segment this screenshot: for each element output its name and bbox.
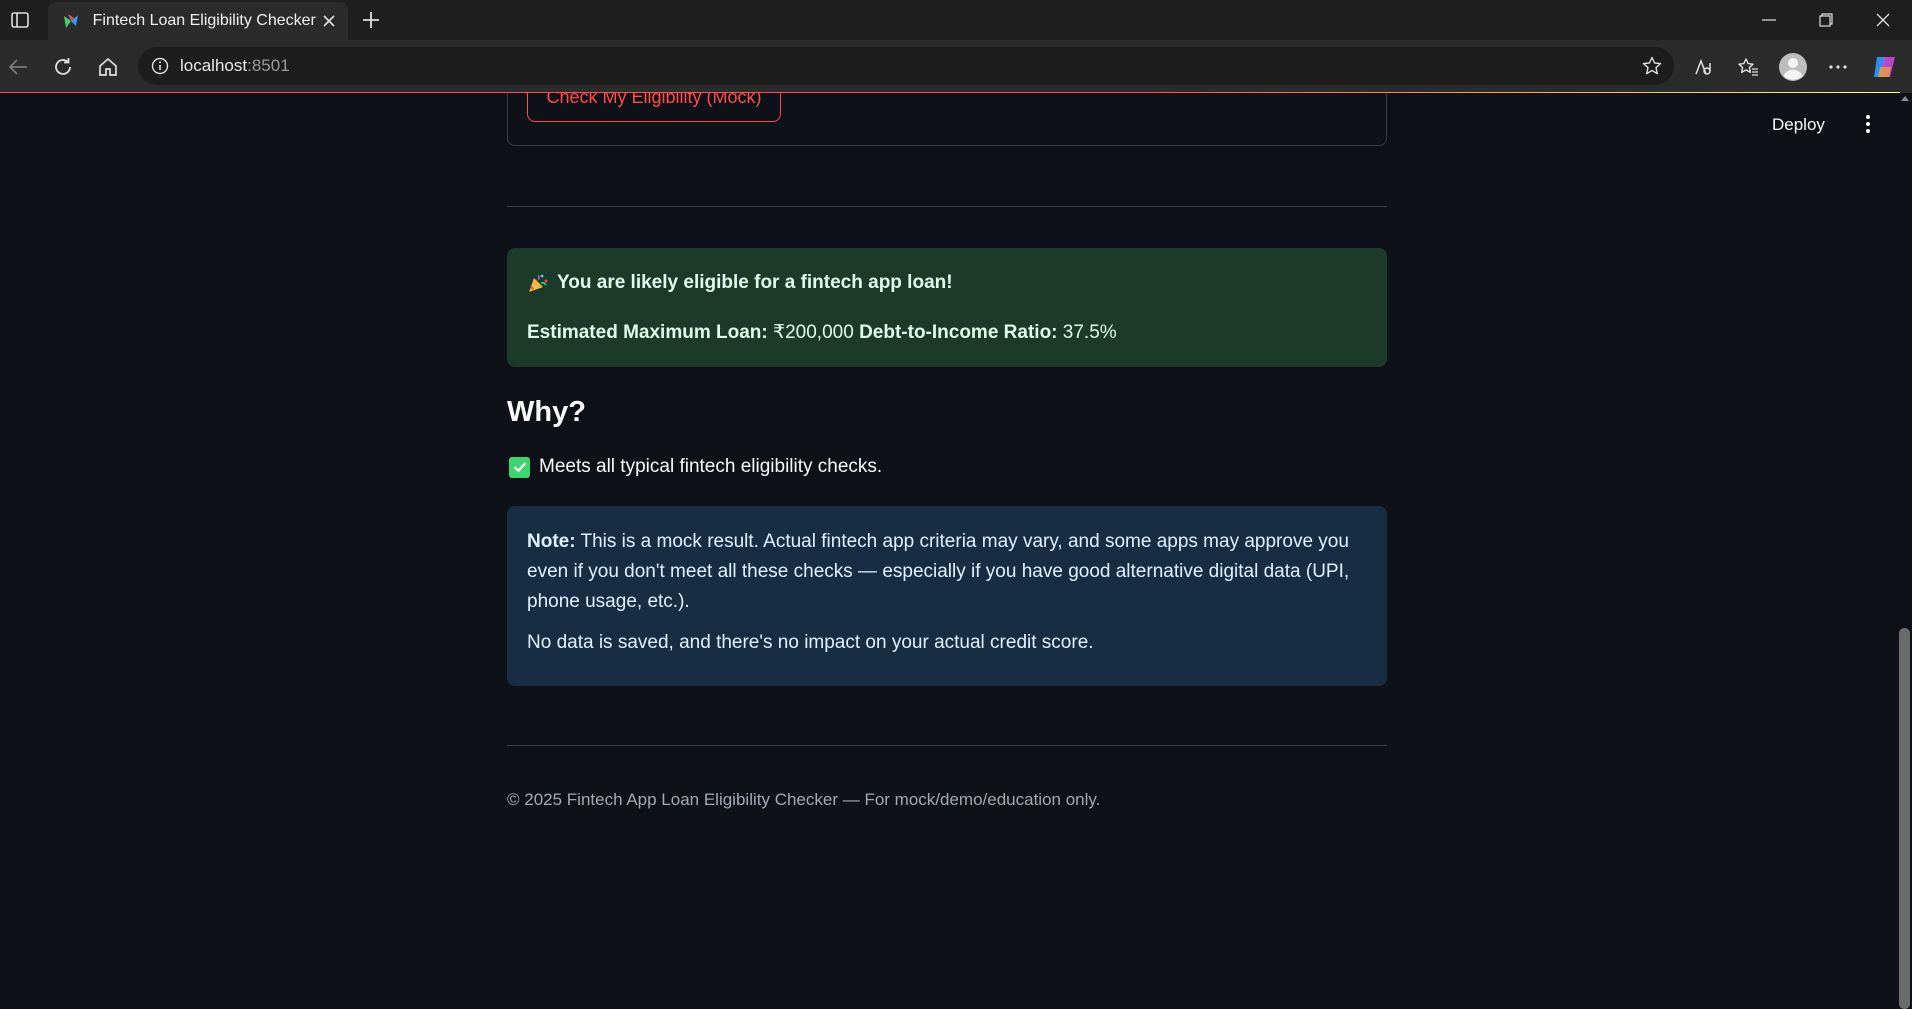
info-icon[interactable] — [150, 56, 170, 76]
eligibility-form: Check My Eligibility (Mock) — [507, 93, 1387, 146]
browser-tab[interactable]: Fintech Loan Eligibility Checker — [48, 2, 348, 40]
read-aloud-icon[interactable] — [1686, 50, 1720, 84]
note-text: This is a mock result. Actual fintech ap… — [527, 531, 1350, 612]
star-icon[interactable] — [1640, 54, 1664, 78]
divider — [507, 206, 1387, 207]
copilot-icon[interactable] — [1868, 50, 1902, 84]
home-icon[interactable] — [91, 50, 125, 84]
address-bar[interactable]: localhost:8501 — [138, 47, 1674, 85]
minimize-icon[interactable] — [1740, 0, 1798, 40]
success-headline-row: You are likely eligible for a fintech ap… — [527, 272, 953, 294]
plus-icon[interactable] — [356, 5, 386, 35]
favorites-icon[interactable] — [1731, 50, 1765, 84]
back-icon[interactable] — [1, 50, 35, 84]
reload-icon[interactable] — [46, 50, 80, 84]
privacy-text: No data is saved, and there's no impact … — [527, 632, 1094, 653]
note-paragraph: Note: This is a mock result. Actual fint… — [527, 527, 1367, 617]
loan-summary: Estimated Maximum Loan: ₹200,000 Debt-to… — [527, 321, 1117, 344]
close-icon[interactable] — [316, 7, 342, 35]
footer-divider — [507, 745, 1387, 746]
more-icon[interactable] — [1821, 50, 1855, 84]
dti-label: Debt-to-Income Ratio: — [859, 322, 1058, 343]
success-headline: You are likely eligible for a fintech ap… — [557, 272, 953, 293]
footer-text: © 2025 Fintech App Loan Eligibility Chec… — [507, 790, 1101, 809]
max-loan-value: ₹200,000 — [773, 322, 854, 343]
kebab-menu-icon[interactable] — [1858, 111, 1878, 137]
check-eligibility-button[interactable]: Check My Eligibility (Mock) — [527, 93, 781, 122]
info-alert: Note: This is a mock result. Actual fint… — [507, 506, 1387, 686]
favicon-icon — [62, 11, 81, 31]
reason-text: Meets all typical fintech eligibility ch… — [539, 456, 883, 477]
deploy-button[interactable]: Deploy — [1772, 115, 1825, 135]
reason-item: Meets all typical fintech eligibility ch… — [509, 456, 882, 478]
scroll-up-icon[interactable] — [1899, 93, 1911, 103]
browser-toolbar: localhost:8501 — [0, 40, 1912, 93]
profile-icon[interactable] — [1776, 50, 1810, 84]
party-popper-icon — [527, 272, 549, 294]
close-window-icon[interactable] — [1854, 0, 1912, 40]
note-label: Note: — [527, 531, 576, 552]
url-text[interactable]: localhost:8501 — [180, 56, 290, 76]
browser-titlebar: Fintech Loan Eligibility Checker — [0, 0, 1912, 40]
url-host: localhost — [180, 56, 248, 75]
dti-value: 37.5% — [1062, 322, 1117, 343]
why-heading: Why? — [507, 396, 586, 428]
app-viewport: Check My Eligibility (Mock) Deploy You a… — [0, 93, 1912, 1009]
check-mark-icon — [509, 456, 530, 478]
sidebar-toggle-icon[interactable] — [6, 6, 34, 34]
scrollbar-thumb[interactable] — [1899, 628, 1910, 1009]
restore-icon[interactable] — [1797, 0, 1855, 40]
tab-title: Fintech Loan Eligibility Checker — [92, 12, 316, 29]
max-loan-label: Estimated Maximum Loan: — [527, 322, 768, 343]
success-alert: You are likely eligible for a fintech ap… — [507, 248, 1387, 367]
url-port: :8501 — [247, 56, 290, 75]
